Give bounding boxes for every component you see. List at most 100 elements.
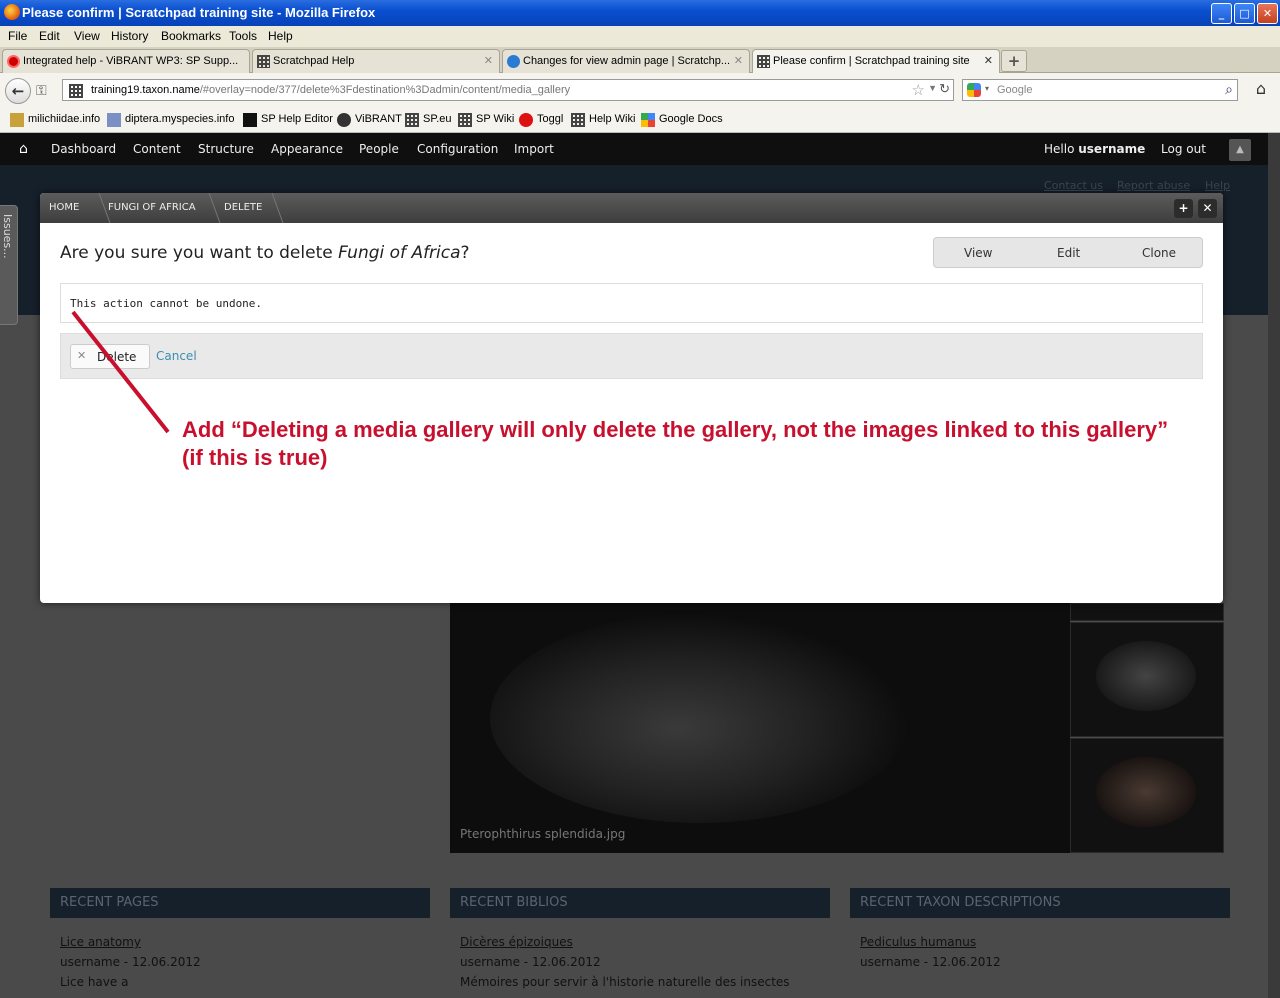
report-abuse-link[interactable]: Report abuse [1117,179,1190,192]
dropdown-icon[interactable]: ▼ [928,83,937,93]
annotation-text: Add “Deleting a media gallery will only … [182,416,1168,472]
browser-tab[interactable]: Scratchpad Help ✕ [252,49,500,73]
bookmark-label: Google Docs [659,113,723,125]
key-icon[interactable]: ⚿ [36,83,47,99]
bookmark-item[interactable]: milichiidae.info [10,113,101,127]
google-docs-icon [641,113,655,127]
new-tab-button[interactable]: + [1001,50,1027,72]
block-snippet: Mémoires pour servir à l'historie nature… [460,975,790,989]
engine-dropdown-icon[interactable]: ▾ [985,84,989,93]
issues-tab[interactable]: Issues... [0,205,18,325]
bookmark-item[interactable]: ViBRANT [337,113,402,127]
toolbar-toggle-button[interactable]: ▲ [1229,139,1251,161]
annotation-line-1: Add “Deleting a media gallery will only … [182,417,1169,442]
block-link[interactable]: Dicères épizoiques [460,935,830,949]
tab-clone[interactable]: Clone [1142,246,1176,260]
navigation-bar: ← ⚿ training19.taxon.name/#overlay=node/… [0,73,1280,107]
page-scrollbar[interactable] [1268,133,1280,998]
help-link[interactable]: Help [1205,179,1230,192]
admin-appearance[interactable]: Appearance [271,142,343,156]
bookmark-label: milichiidae.info [28,113,101,125]
menu-help[interactable]: Help [268,29,293,43]
breadcrumb-home[interactable]: HOME [49,202,79,213]
breadcrumb-node[interactable]: FUNGI OF AFRICA [108,202,196,213]
menu-edit[interactable]: Edit [39,29,60,43]
bookmark-item[interactable]: Toggl [519,113,564,127]
title-prefix: Are you sure you want to delete [60,243,339,263]
scratchpad-icon [757,55,770,68]
tab-edit[interactable]: Edit [1057,246,1080,260]
gallery-thumbnail[interactable] [1070,622,1224,737]
admin-toolbar: ⌂ Dashboard Content Structure Appearance… [0,133,1268,165]
bookmark-star-icon[interactable]: ☆ [912,81,925,99]
close-tab-icon[interactable]: ✕ [484,54,493,67]
bookmark-label: diptera.myspecies.info [125,113,235,125]
cancel-link[interactable]: Cancel [156,349,197,363]
bookmark-item[interactable]: Help Wiki [571,113,635,127]
home-icon[interactable]: ⌂ [1249,79,1273,101]
logout-link[interactable]: Log out [1161,142,1206,156]
tab-bar: Integrated help - ViBRANT WP3: SP Supp..… [0,47,1280,74]
google-icon [967,83,981,97]
louse-image [490,613,910,823]
admin-home-icon[interactable]: ⌂ [19,141,28,157]
bookmark-label: SP.eu [423,113,452,125]
tab-view[interactable]: View [964,246,992,260]
bookmark-item[interactable]: SP Wiki [458,113,515,127]
firefox-icon [4,4,20,20]
gallery-main-image[interactable]: Pterophthirus splendida.jpg [450,603,1070,853]
block-link[interactable]: Pediculus humanus [860,935,1230,949]
maximize-button[interactable]: □ [1234,3,1255,24]
menu-view[interactable]: View [74,29,100,43]
search-icon[interactable]: ⌕ [1225,81,1233,98]
admin-content[interactable]: Content [133,142,181,156]
admin-people[interactable]: People [359,142,399,156]
annotation-line-2: (if this is true) [182,445,328,470]
menu-file[interactable]: File [8,29,27,43]
contact-link[interactable]: Contact us [1044,179,1103,192]
bookmark-item[interactable]: SP.eu [405,113,452,127]
gallery-thumbnail[interactable] [1070,738,1224,853]
issues-label: Issues... [1,214,14,259]
block-link[interactable]: Lice anatomy [60,935,430,949]
overlay-close-button[interactable]: ✕ [1198,199,1217,218]
bookmark-item[interactable]: Google Docs [641,113,723,127]
bookmark-label: SP Wiki [476,113,515,125]
menu-bookmarks[interactable]: Bookmarks [161,29,221,43]
title-suffix: ? [460,243,470,263]
username[interactable]: username [1078,142,1145,156]
block-title: RECENT BIBLIOS [450,888,830,918]
block-meta: username - 12.06.2012 [460,955,601,969]
browser-tab[interactable]: Integrated help - ViBRANT WP3: SP Supp..… [2,49,250,73]
toggl-icon [519,113,533,127]
close-tab-icon[interactable]: ✕ [984,54,993,67]
admin-structure[interactable]: Structure [198,142,254,156]
close-tab-icon[interactable]: ✕ [734,54,743,67]
search-placeholder: Google [997,84,1033,96]
admin-import[interactable]: Import [514,142,554,156]
delete-button[interactable]: ✕ Delete [70,344,150,369]
bookmark-item[interactable]: SP Help Editor [243,113,333,127]
back-button[interactable]: ← [5,78,31,104]
window-title: Please confirm | Scratchpad training sit… [22,5,376,20]
minimize-button[interactable]: _ [1211,3,1232,24]
browser-tab[interactable]: Changes for view admin page | Scratchp..… [502,49,750,73]
recent-pages-block: RECENT PAGES Lice anatomy username - 12.… [50,888,430,989]
url-path: /#overlay=node/377/delete%3Fdestination%… [199,84,571,96]
close-window-button[interactable]: ✕ [1257,3,1278,24]
url-bar[interactable]: training19.taxon.name/#overlay=node/377/… [62,79,954,101]
menu-bar: File Edit View History Bookmarks Tools H… [0,26,1280,47]
bookmark-item[interactable]: diptera.myspecies.info [107,113,235,127]
search-input[interactable]: ▾ Google ⌕ [962,79,1238,101]
browser-tab-active[interactable]: Please confirm | Scratchpad training sit… [752,49,1000,74]
menu-tools[interactable]: Tools [229,29,257,43]
scratchpad-icon [405,113,419,127]
admin-configuration[interactable]: Configuration [417,142,498,156]
reload-icon[interactable]: ↻ [939,81,950,97]
gallery-thumbnail[interactable] [1070,603,1224,621]
admin-dashboard[interactable]: Dashboard [51,142,116,156]
breadcrumb-separator [197,193,221,223]
menu-history[interactable]: History [111,29,148,43]
bookmark-label: Toggl [537,113,564,125]
overlay-expand-button[interactable]: + [1174,199,1193,218]
